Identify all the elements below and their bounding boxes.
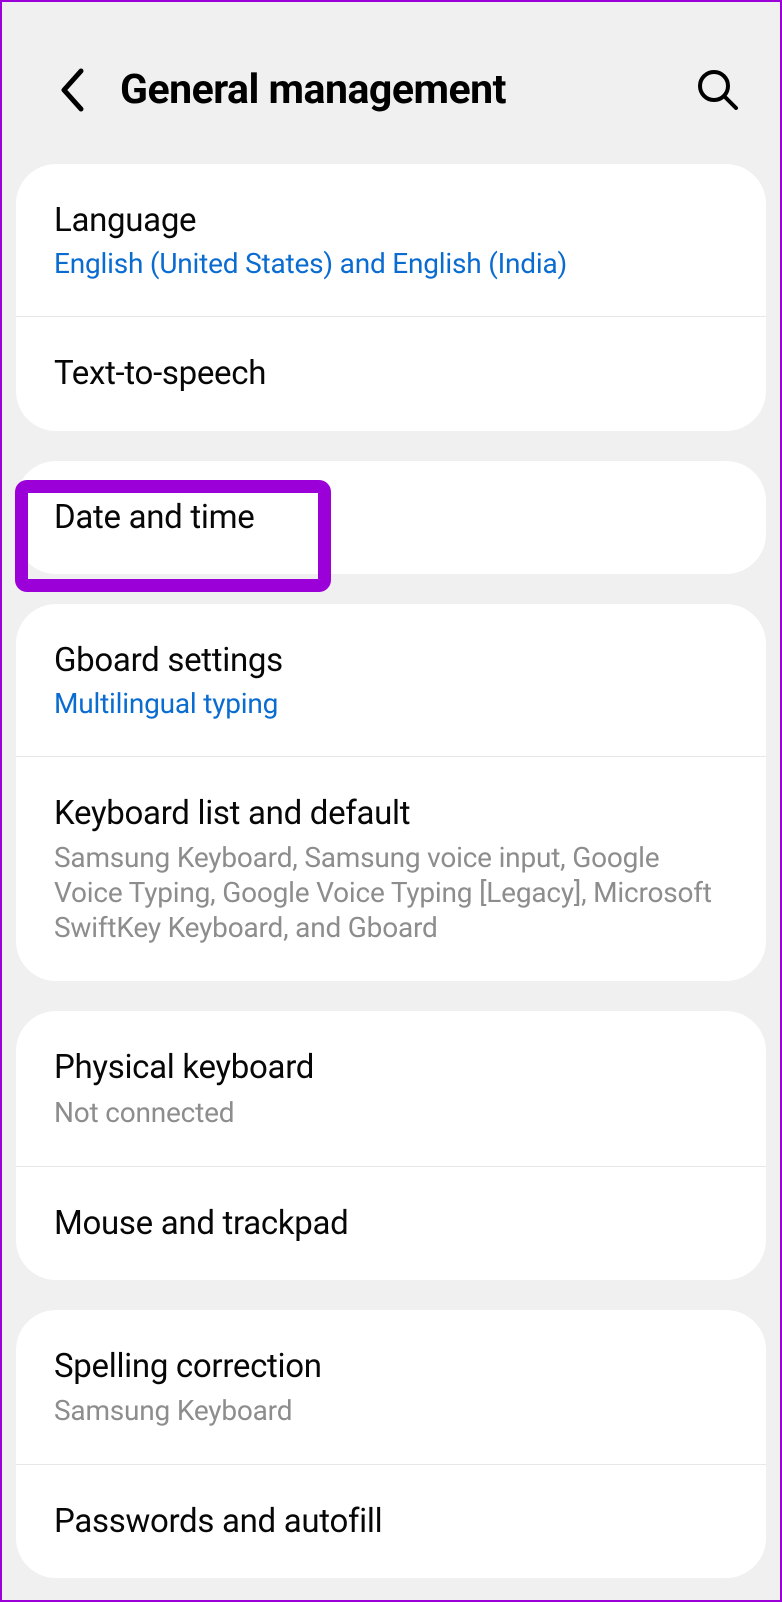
row-title: Gboard settings [54, 640, 726, 681]
back-button[interactable] [42, 60, 102, 120]
header: General management [2, 2, 780, 164]
row-title: Mouse and trackpad [54, 1203, 726, 1244]
settings-group: Gboard settings Multilingual typing Keyb… [16, 604, 766, 982]
row-subtitle: Multilingual typing [54, 687, 726, 720]
row-physical-keyboard[interactable]: Physical keyboard Not connected [16, 1011, 766, 1166]
row-title: Language [54, 200, 726, 241]
row-title: Date and time [54, 497, 726, 538]
chevron-left-icon [59, 68, 85, 112]
row-title: Keyboard list and default [54, 793, 726, 834]
row-text-to-speech[interactable]: Text-to-speech [16, 317, 766, 430]
row-subtitle: Samsung Keyboard [54, 1393, 726, 1428]
settings-group: Physical keyboard Not connected Mouse an… [16, 1011, 766, 1280]
settings-group: Date and time [16, 461, 766, 574]
row-passwords-autofill[interactable]: Passwords and autofill [16, 1465, 766, 1578]
row-title: Passwords and autofill [54, 1501, 726, 1542]
row-subtitle: English (United States) and English (Ind… [54, 247, 726, 280]
search-button[interactable] [688, 60, 748, 120]
row-title: Spelling correction [54, 1346, 726, 1387]
settings-group: Spelling correction Samsung Keyboard Pas… [16, 1310, 766, 1579]
row-title: Text-to-speech [54, 353, 726, 394]
row-gboard-settings[interactable]: Gboard settings Multilingual typing [16, 604, 766, 757]
search-icon [696, 68, 740, 112]
row-mouse-trackpad[interactable]: Mouse and trackpad [16, 1167, 766, 1280]
page-title: General management [120, 66, 688, 114]
row-subtitle: Not connected [54, 1095, 726, 1130]
row-keyboard-list[interactable]: Keyboard list and default Samsung Keyboa… [16, 757, 766, 981]
row-title: Physical keyboard [54, 1047, 726, 1088]
row-language[interactable]: Language English (United States) and Eng… [16, 164, 766, 317]
row-subtitle: Samsung Keyboard, Samsung voice input, G… [54, 840, 726, 945]
settings-group: Language English (United States) and Eng… [16, 164, 766, 431]
row-date-and-time[interactable]: Date and time [16, 461, 766, 574]
row-spelling-correction[interactable]: Spelling correction Samsung Keyboard [16, 1310, 766, 1465]
